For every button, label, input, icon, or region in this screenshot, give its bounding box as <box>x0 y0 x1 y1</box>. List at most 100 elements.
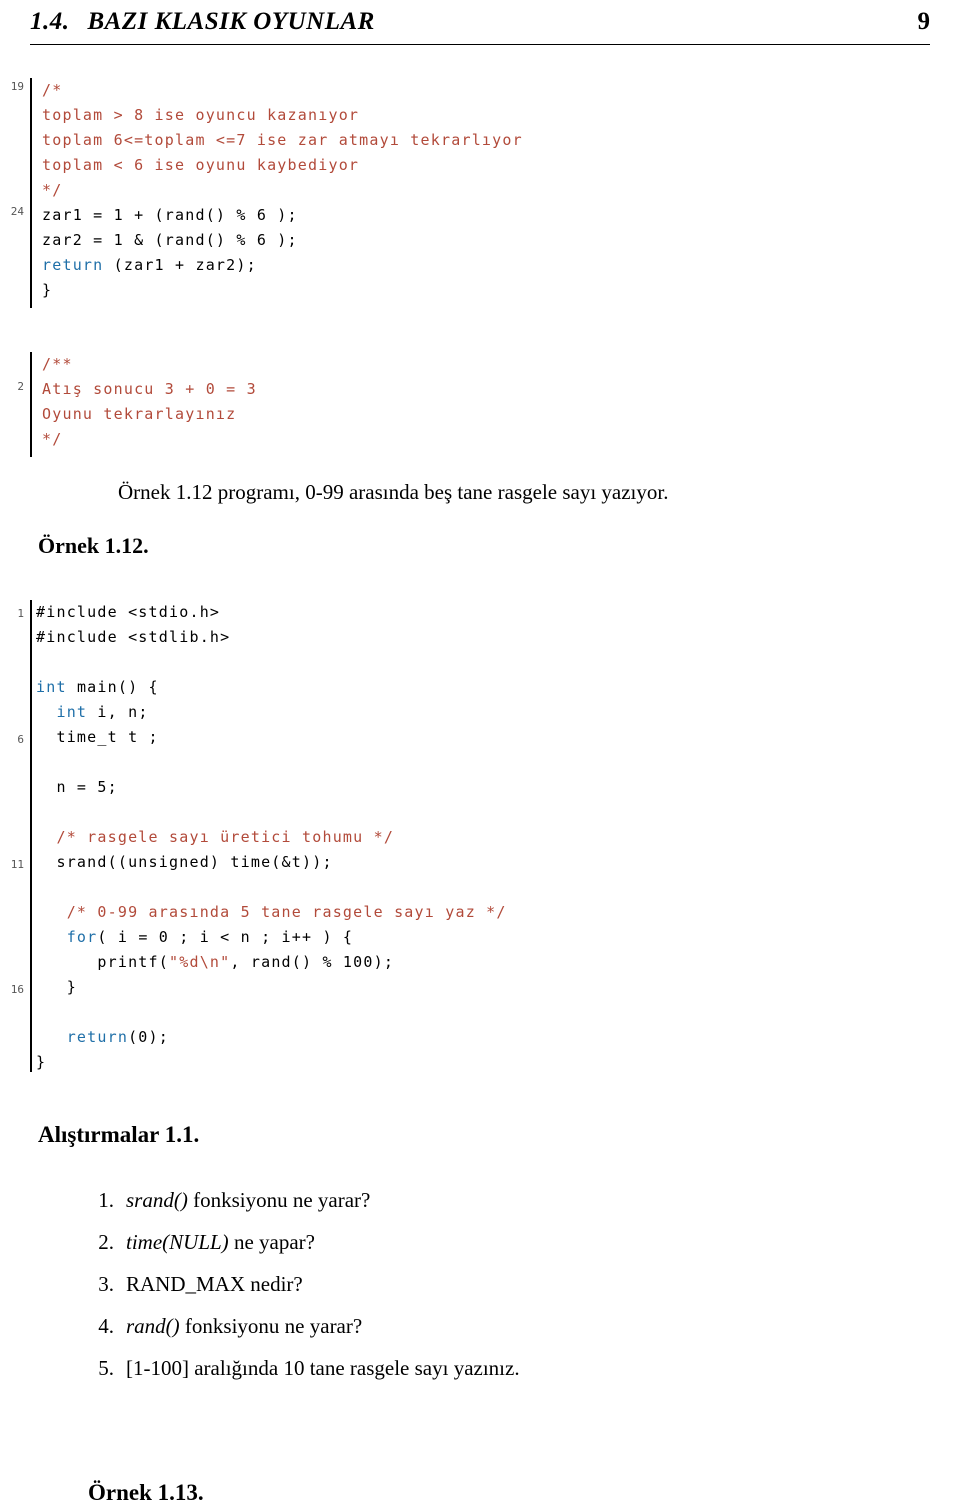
exercise-item: 1. srand() fonksiyonu ne yarar? <box>88 1188 888 1214</box>
exercise-number: 5. <box>98 1356 114 1380</box>
exercise-item: 4. rand() fonksiyonu ne yarar? <box>88 1314 888 1340</box>
code-line: /** <box>42 352 257 377</box>
exercise-number: 3. <box>98 1272 114 1296</box>
code-block-3-rule <box>30 600 32 1072</box>
code-token: srand((unsigned) time(&t)); <box>36 853 333 871</box>
code-token: zar1 = 1 + (rand() % 6 ); <box>42 206 298 224</box>
exercise-code-term: time(NULL) <box>126 1230 229 1254</box>
code-token: (0); <box>128 1028 170 1046</box>
exercises-title: Alıştırmalar 1.1. <box>38 1122 200 1147</box>
exercise-item: 3. RAND_MAX nedir? <box>88 1272 888 1298</box>
code-line: } <box>36 1050 507 1075</box>
code-line: n = 5; <box>36 775 507 800</box>
code-token: Atış sonucu 3 + 0 = 3 <box>42 380 257 398</box>
code-token: toplam 6<=toplam <=7 ise zar atmayı tekr… <box>42 131 523 149</box>
code-token: zar2 = 1 & (rand() % 6 ); <box>42 231 298 249</box>
exercise-number: 2. <box>98 1230 114 1254</box>
code-token: time_t t ; <box>36 728 159 746</box>
code-token: return <box>36 1028 129 1046</box>
code-line-number: 11 <box>10 858 24 871</box>
code-line: /* 0-99 arasında 5 tane rasgele sayı yaz… <box>36 900 507 925</box>
code-token: main() { <box>76 678 159 696</box>
code-token: } <box>36 978 77 996</box>
code-block-3: #include <stdio.h> #include <stdlib.h> in… <box>36 600 507 1075</box>
code-line-number: 2 <box>17 380 24 393</box>
exercise-number: 4. <box>98 1314 114 1338</box>
code-token: ( i = 0 ; i < n ; i++ ) { <box>97 928 354 946</box>
code-line: srand((unsigned) time(&t)); <box>36 850 507 875</box>
footer-example-caption: Örnek 1.13. <box>88 1480 204 1505</box>
code-token: #include <stdio.h> <box>36 603 221 621</box>
code-token: /* <box>42 81 63 99</box>
example-caption: Örnek 1.12. <box>38 533 149 558</box>
code-block-1-rule <box>30 78 32 308</box>
code-line: zar2 = 1 & (rand() % 6 ); <box>42 228 523 253</box>
header-divider <box>30 44 930 45</box>
code-line: Oyunu tekrarlayınız <box>42 402 257 427</box>
code-token: for <box>36 928 98 946</box>
code-line: } <box>42 278 523 303</box>
code-token: printf( <box>36 953 169 971</box>
exercises-list: 1. srand() fonksiyonu ne yarar? 2. time(NUL… <box>88 1188 888 1398</box>
exercise-number: 1. <box>98 1188 114 1212</box>
code-line: toplam 6<=toplam <=7 ise zar atmayı tekr… <box>42 128 523 153</box>
exercise-text: srand() fonksiyonu ne yarar? <box>126 1188 371 1212</box>
code-line-number: 19 <box>10 80 24 93</box>
document-page: 1.4. BAZI KLASIK OYUNLAR 9 19 24 /* topla… <box>0 0 960 1512</box>
code-token: int <box>36 678 77 696</box>
code-token: return <box>42 256 114 274</box>
code-line: int i, n; <box>36 700 507 725</box>
exercise-text: time(NULL) ne yapar? <box>126 1230 315 1254</box>
code-line: /* rasgele sayı üretici tohumu */ <box>36 825 507 850</box>
code-token: i, n; <box>97 703 149 721</box>
exercise-text: RAND_MAX nedir? <box>126 1272 303 1296</box>
code-line: for( i = 0 ; i < n ; i++ ) { <box>36 925 507 950</box>
code-token: /** <box>42 355 73 373</box>
code-line-number: 1 <box>17 607 24 620</box>
code-line: time_t t ; <box>36 725 507 750</box>
code-token: #include <stdlib.h> <box>36 628 231 646</box>
code-token: /* rasgele sayı üretici tohumu */ <box>36 828 395 846</box>
exercise-text: rand() fonksiyonu ne yarar? <box>126 1314 363 1338</box>
code-line: zar1 = 1 + (rand() % 6 ); <box>42 203 523 228</box>
code-token: "%d\n" <box>169 953 231 971</box>
code-line: return (zar1 + zar2); <box>42 253 523 278</box>
code-line: */ <box>42 178 523 203</box>
code-line: toplam > 8 ise oyuncu kazanıyor <box>42 103 523 128</box>
code-block-2-rule <box>30 352 32 457</box>
code-line-number: 16 <box>10 983 24 996</box>
code-line: return(0); <box>36 1025 507 1050</box>
code-token: toplam > 8 ise oyuncu kazanıyor <box>42 106 360 124</box>
code-token: */ <box>42 181 63 199</box>
code-line: } <box>36 975 507 1000</box>
exercise-code-term: rand() <box>126 1314 180 1338</box>
code-line-number: 6 <box>17 733 24 746</box>
code-token: toplam < 6 ise oyunu kaybediyor <box>42 156 360 174</box>
code-line-number: 24 <box>10 205 24 218</box>
exercise-text: [1-100] aralığında 10 tane rasgele sayı … <box>126 1356 520 1380</box>
exercise-code-term: srand() <box>126 1188 188 1212</box>
code-line: int main() { <box>36 675 507 700</box>
code-token: , rand() % 100); <box>230 953 395 971</box>
code-token: /* 0-99 arasında 5 tane rasgele sayı yaz… <box>36 903 507 921</box>
page-header: 1.4. BAZI KLASIK OYUNLAR 9 <box>30 8 930 46</box>
code-token: int <box>36 703 98 721</box>
code-line: printf("%d\n", rand() % 100); <box>36 950 507 975</box>
page-title: BAZI KLASIK OYUNLAR <box>87 8 375 35</box>
code-token: } <box>42 281 53 299</box>
code-block-2: /** Atış sonucu 3 + 0 = 3 Oyunu tekrarlayı… <box>42 352 257 452</box>
page-number: 9 <box>917 8 931 35</box>
code-line: toplam < 6 ise oyunu kaybediyor <box>42 153 523 178</box>
code-token: */ <box>42 430 63 448</box>
code-line: Atış sonucu 3 + 0 = 3 <box>42 377 257 402</box>
header-section-number: 1.4. <box>30 8 70 35</box>
code-line: */ <box>42 427 257 452</box>
exercise-item: 5. [1-100] aralığında 10 tane rasgele say… <box>88 1356 888 1382</box>
code-token: Oyunu tekrarlayınız <box>42 405 237 423</box>
code-line: #include <stdio.h> <box>36 600 507 625</box>
